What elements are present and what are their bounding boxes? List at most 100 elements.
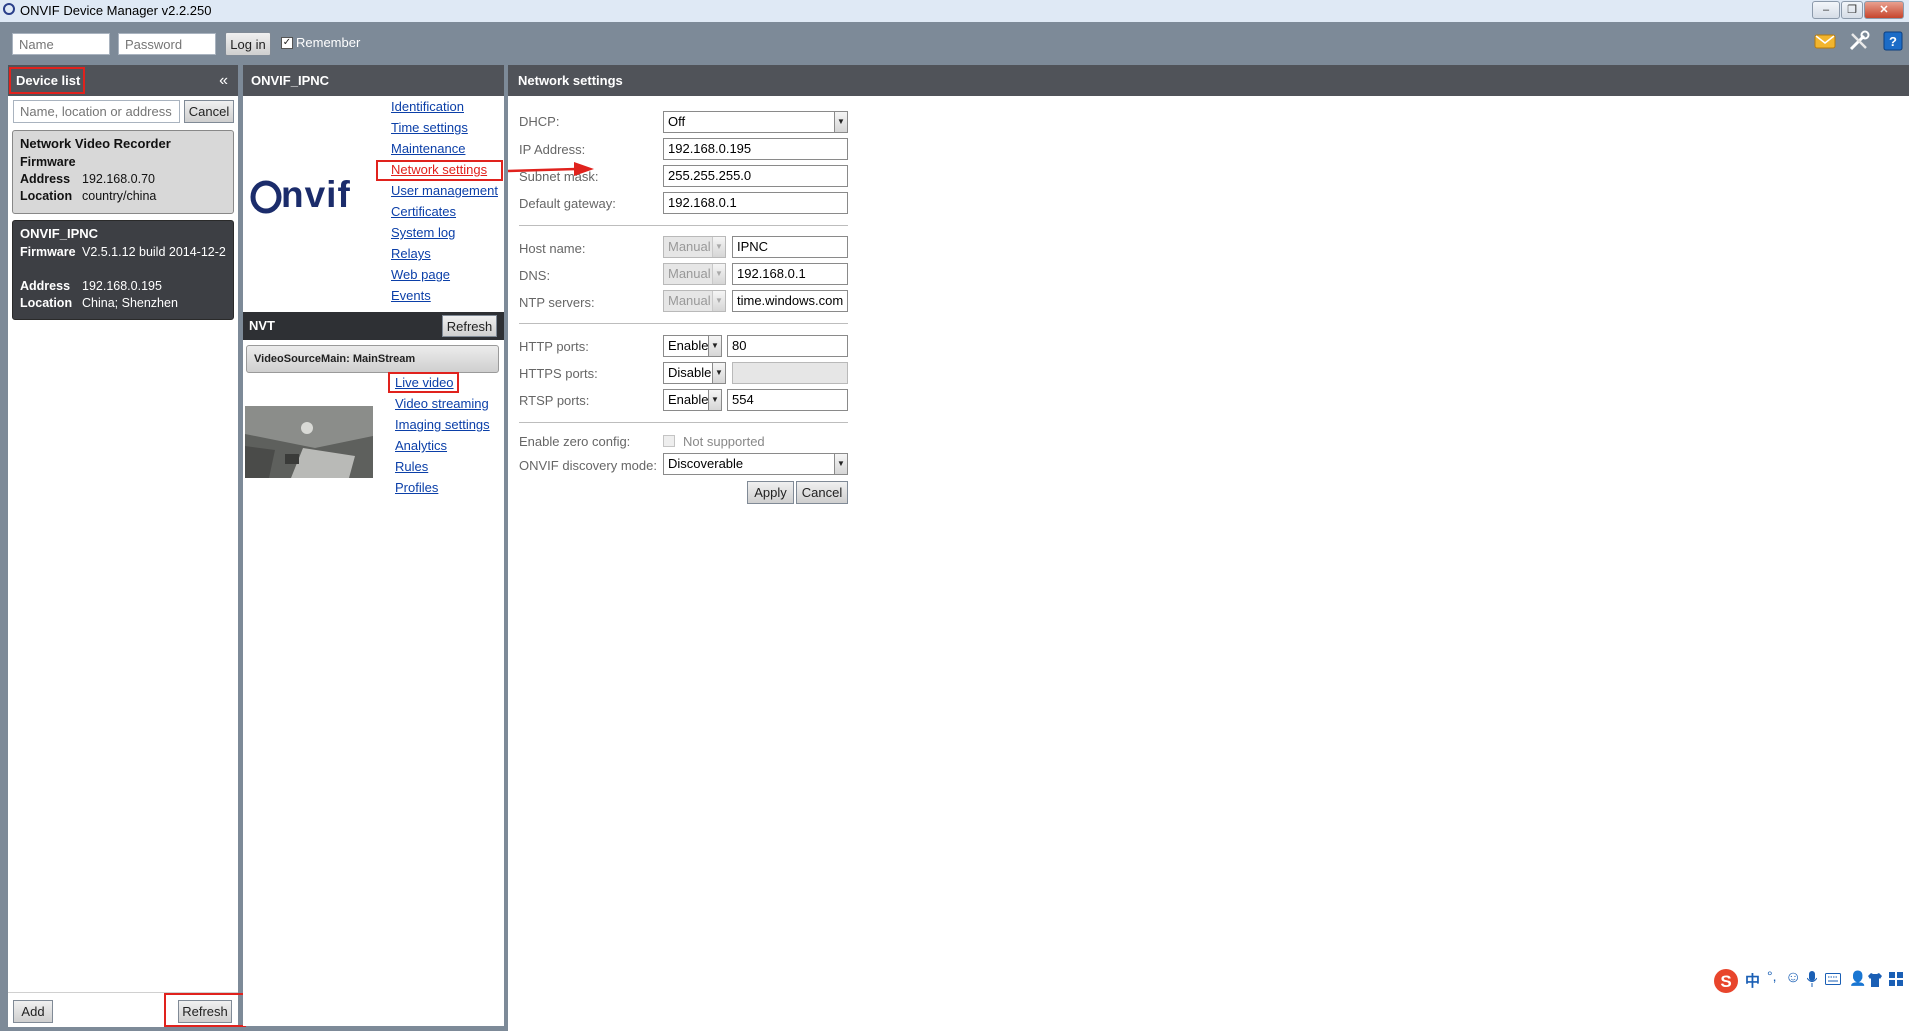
device-panel-title: ONVIF_IPNC [251, 73, 330, 88]
remember-checkbox[interactable]: ✓ [281, 37, 293, 49]
stream-rules[interactable]: Rules [395, 459, 428, 474]
separator [519, 323, 848, 324]
remember-label: Remember [296, 35, 361, 50]
login-button[interactable]: Log in [225, 32, 271, 56]
sogou-icon[interactable]: S [1713, 968, 1739, 994]
ime-toolbar: S 中 °, ☺ 👤 [1711, 966, 1909, 996]
stream-profiles[interactable]: Profiles [395, 480, 438, 495]
messages-icon[interactable] [1814, 32, 1836, 50]
http-mode: Enable [668, 338, 709, 353]
ntp-mode: Manual [668, 293, 711, 308]
host-name-field[interactable]: IPNC [732, 236, 848, 258]
device-list-panel: Device list « Cancel Network Video Recor… [8, 65, 246, 1027]
menu-maintenance[interactable]: Maintenance [391, 141, 465, 156]
chevron-down-icon: ▼ [712, 291, 725, 311]
onvif-logo: nvif [250, 174, 368, 218]
discovery-mode-value: Discoverable [668, 456, 744, 471]
stream-video-streaming[interactable]: Video streaming [395, 396, 489, 411]
default-gateway-field[interactable]: 192.168.0.1 [663, 192, 848, 214]
keyboard-icon[interactable] [1825, 973, 1841, 985]
name-input[interactable] [12, 33, 110, 55]
location-value: China; Shenzhen [82, 296, 178, 310]
password-input[interactable] [118, 33, 216, 55]
network-settings-title: Network settings [518, 73, 623, 88]
discovery-mode-select[interactable]: Discoverable ▼ [663, 453, 848, 475]
dns-mode: Manual [668, 266, 711, 281]
grid-icon[interactable] [1889, 972, 1903, 986]
emoji-icon[interactable]: ☺ [1785, 969, 1801, 987]
dhcp-select[interactable]: Off ▼ [663, 111, 848, 133]
logo-text: nvif [281, 174, 351, 215]
device-list-title-highlight [9, 67, 85, 94]
zero-config-checkbox [663, 435, 675, 447]
https-ports-label: HTTPS ports: [519, 366, 598, 381]
collapse-icon[interactable]: « [219, 65, 228, 96]
chinese-input-icon[interactable]: 中 [1745, 970, 1760, 991]
chevron-down-icon: ▼ [834, 454, 847, 474]
ntp-servers-field[interactable]: time.windows.com [732, 290, 848, 312]
menu-relays[interactable]: Relays [391, 246, 431, 261]
network-settings-header: Network settings [508, 65, 1909, 96]
live-video-highlight [388, 372, 459, 393]
microphone-icon[interactable] [1806, 971, 1818, 987]
user-icon[interactable]: 👤 [1849, 970, 1866, 987]
chevron-down-icon: ▼ [712, 237, 725, 257]
dns-label: DNS: [519, 268, 551, 283]
nvt-title: NVT [249, 318, 275, 333]
dns-field[interactable]: 192.168.0.1 [732, 263, 848, 285]
cancel-button[interactable]: Cancel [796, 481, 848, 504]
restore-button[interactable]: ❐ [1841, 1, 1863, 19]
default-gateway-label: Default gateway: [519, 196, 616, 211]
menu-events[interactable]: Events [391, 288, 431, 303]
rtsp-port-field[interactable]: 554 [727, 389, 848, 411]
chevron-down-icon: ▼ [712, 264, 725, 284]
menu-web-page[interactable]: Web page [391, 267, 450, 282]
device-name: ONVIF_IPNC [20, 226, 99, 241]
window-title: ONVIF Device Manager v2.2.250 [20, 3, 212, 18]
discovery-mode-label: ONVIF discovery mode: [519, 458, 657, 473]
device-list-footer: Add Refresh [8, 992, 246, 1027]
minimize-button[interactable]: – [1812, 1, 1840, 19]
ip-address-field[interactable]: 192.168.0.195 [663, 138, 848, 160]
separator [519, 225, 848, 226]
menu-system-log[interactable]: System log [391, 225, 455, 240]
https-mode-select[interactable]: Disable ▼ [663, 362, 726, 384]
device-search-input[interactable] [13, 100, 180, 123]
shirt-icon[interactable] [1867, 972, 1883, 988]
http-port-field[interactable]: 80 [727, 335, 848, 357]
svg-text:?: ? [1889, 34, 1897, 49]
refresh-highlight [164, 993, 246, 1027]
chevron-down-icon: ▼ [834, 112, 847, 132]
network-settings-highlight [376, 160, 503, 181]
punctuation-icon[interactable]: °, [1767, 968, 1777, 984]
device-panel-header: ONVIF_IPNC [243, 65, 504, 96]
menu-user-management[interactable]: User management [391, 183, 498, 198]
stream-header: VideoSourceMain: MainStream [246, 345, 499, 373]
ntp-servers-label: NTP servers: [519, 295, 595, 310]
http-mode-select[interactable]: Enable ▼ [663, 335, 722, 357]
device-panel: ONVIF_IPNC nvif Identification Time sett… [243, 65, 504, 1026]
live-video-thumbnail[interactable] [245, 406, 373, 478]
rtsp-mode: Enable [668, 392, 709, 407]
add-device-button[interactable]: Add [13, 1000, 53, 1023]
apply-button[interactable]: Apply [747, 481, 794, 504]
close-button[interactable]: ✕ [1864, 1, 1904, 19]
menu-identification[interactable]: Identification [391, 99, 464, 114]
device-card-nvr[interactable]: Network Video Recorder Firmware Address 1… [12, 130, 234, 214]
stream-imaging-settings[interactable]: Imaging settings [395, 417, 490, 432]
menu-certificates[interactable]: Certificates [391, 204, 456, 219]
search-cancel-button[interactable]: Cancel [184, 100, 234, 123]
rtsp-mode-select[interactable]: Enable ▼ [663, 389, 722, 411]
nvt-refresh-button[interactable]: Refresh [442, 315, 497, 337]
https-port-field [732, 362, 848, 384]
onvif-app-icon [3, 3, 15, 15]
subnet-mask-field[interactable]: 255.255.255.0 [663, 165, 848, 187]
red-arrow-annotation [507, 162, 594, 176]
menu-time-settings[interactable]: Time settings [391, 120, 468, 135]
ntp-mode-select: Manual ▼ [663, 290, 726, 312]
device-card-onvif-ipnc[interactable]: ONVIF_IPNC Firmware V2.5.1.12 build 2014-… [12, 220, 234, 320]
stream-analytics[interactable]: Analytics [395, 438, 447, 453]
help-icon[interactable]: ? [1882, 30, 1904, 52]
dhcp-value: Off [668, 114, 686, 129]
tools-icon[interactable] [1848, 30, 1870, 52]
